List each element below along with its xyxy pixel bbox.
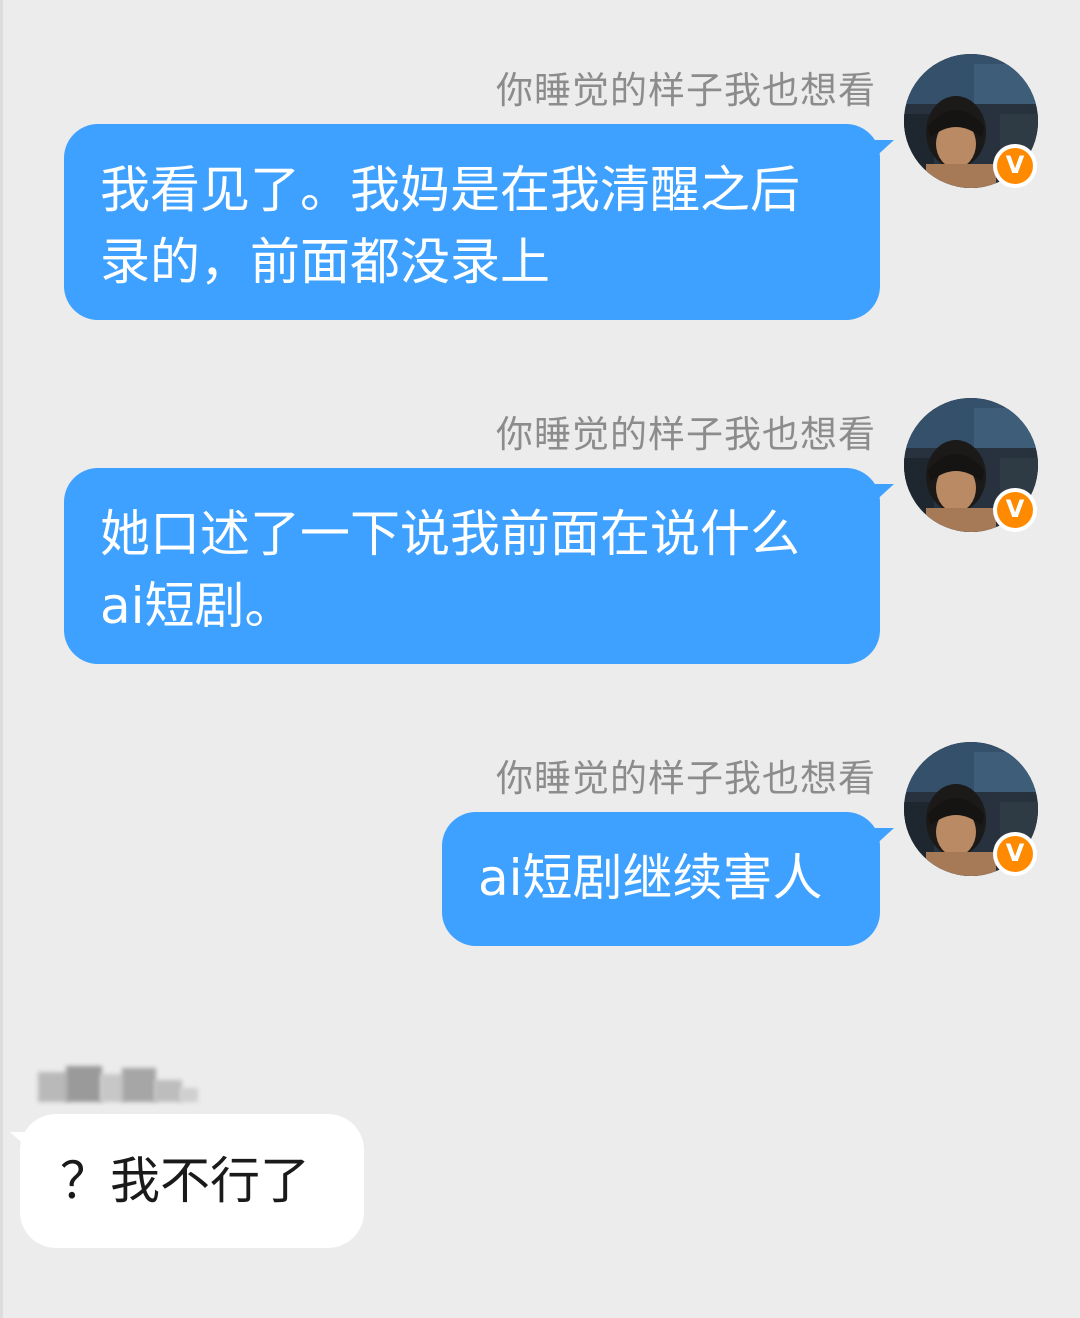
message-line: 她口述了一下说我前面在说什么	[100, 505, 800, 563]
message-line: ai短剧。	[100, 577, 295, 635]
screen-edge	[0, 0, 3, 1318]
message-line: ai短剧继续害人	[478, 849, 823, 907]
message-text: ？我不行了	[60, 1152, 310, 1210]
badge-letter: V	[997, 836, 1033, 872]
badge-letter: V	[997, 148, 1033, 184]
blurred-sender-name	[38, 1066, 198, 1106]
message-line: 录的，前面都没录上	[100, 233, 550, 291]
badge-letter: V	[997, 492, 1033, 528]
message-bubble[interactable]: 她口述了一下说我前面在说什么 ai短剧。	[64, 468, 894, 664]
sender-name: 你睡觉的样子我也想看	[496, 757, 876, 800]
verified-v-badge-icon: V	[993, 144, 1037, 188]
verified-v-badge-icon: V	[993, 488, 1037, 532]
message-bubble[interactable]: ？我不行了	[10, 1114, 364, 1248]
sender-name: 你睡觉的样子我也想看	[496, 413, 876, 456]
message-bubble[interactable]: 我看见了。我妈是在我清醒之后 录的，前面都没录上	[64, 124, 894, 320]
message-line: 我看见了。我妈是在我清醒之后	[100, 161, 800, 219]
message-bubble[interactable]: ai短剧继续害人	[442, 812, 894, 946]
sender-name: 你睡觉的样子我也想看	[496, 69, 876, 112]
verified-v-badge-icon: V	[993, 832, 1037, 876]
